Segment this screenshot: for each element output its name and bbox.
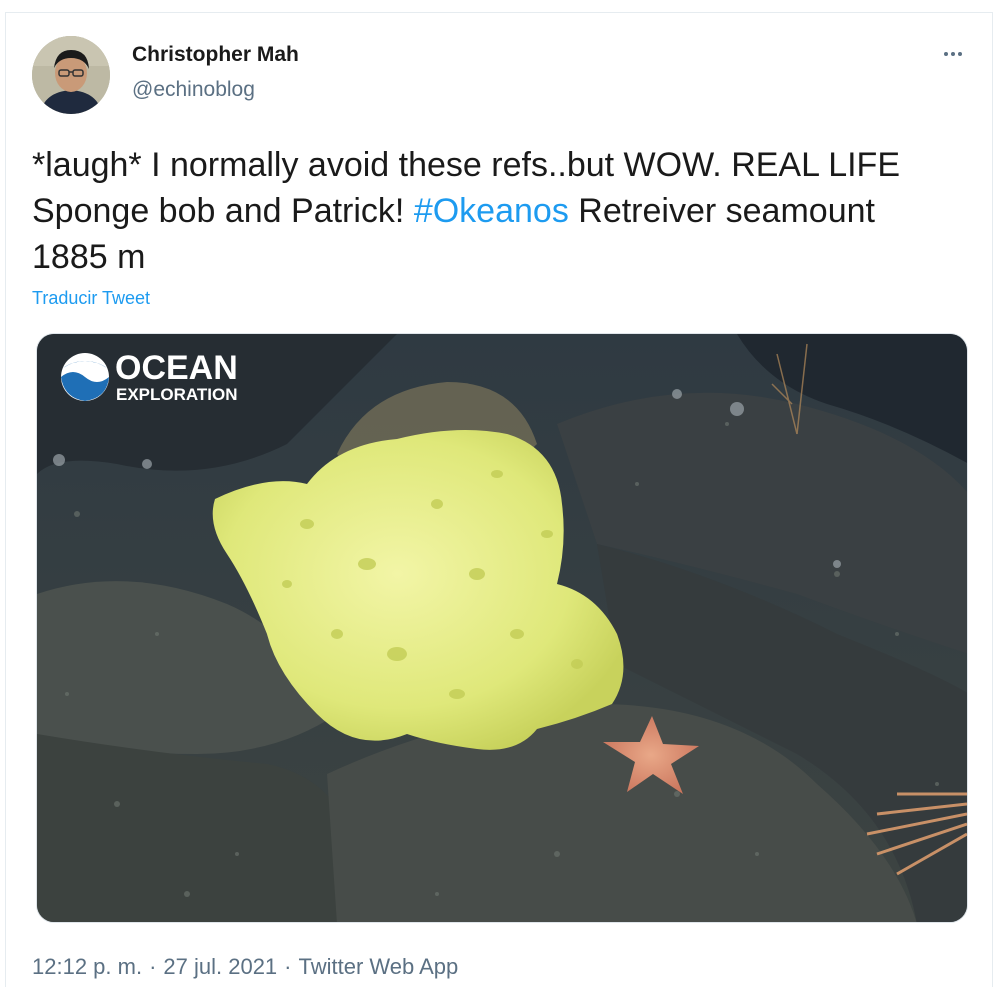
logo-badge: NOAA <box>76 363 94 369</box>
separator: · <box>149 954 157 979</box>
logo-line2: EXPLORATION <box>116 385 238 404</box>
more-options-button[interactable] <box>938 42 968 66</box>
author-handle[interactable]: @echinoblog <box>132 78 255 102</box>
more-horizontal-icon <box>951 52 955 56</box>
logo-line1: OCEAN <box>115 349 238 387</box>
more-horizontal-icon <box>958 52 962 56</box>
tweet-date[interactable]: 27 jul. 2021 <box>163 954 277 979</box>
tweet-text: *laugh* I normally avoid these refs..but… <box>32 142 952 280</box>
author-name[interactable]: Christopher Mah <box>132 43 299 67</box>
more-horizontal-icon <box>944 52 948 56</box>
author-avatar[interactable] <box>32 36 110 114</box>
hashtag-link[interactable]: #Okeanos <box>414 192 569 230</box>
tweet-metadata: 12:12 p. m. · 27 jul. 2021 · Twitter Web App <box>32 954 458 980</box>
tweet-source[interactable]: Twitter Web App <box>299 954 459 979</box>
tweet-time[interactable]: 12:12 p. m. <box>32 954 142 979</box>
translate-tweet-link[interactable]: Traducir Tweet <box>32 288 150 309</box>
separator: · <box>284 954 292 979</box>
tweet-media-image[interactable]: NOAA OCEAN EXPLORATION <box>36 333 968 923</box>
